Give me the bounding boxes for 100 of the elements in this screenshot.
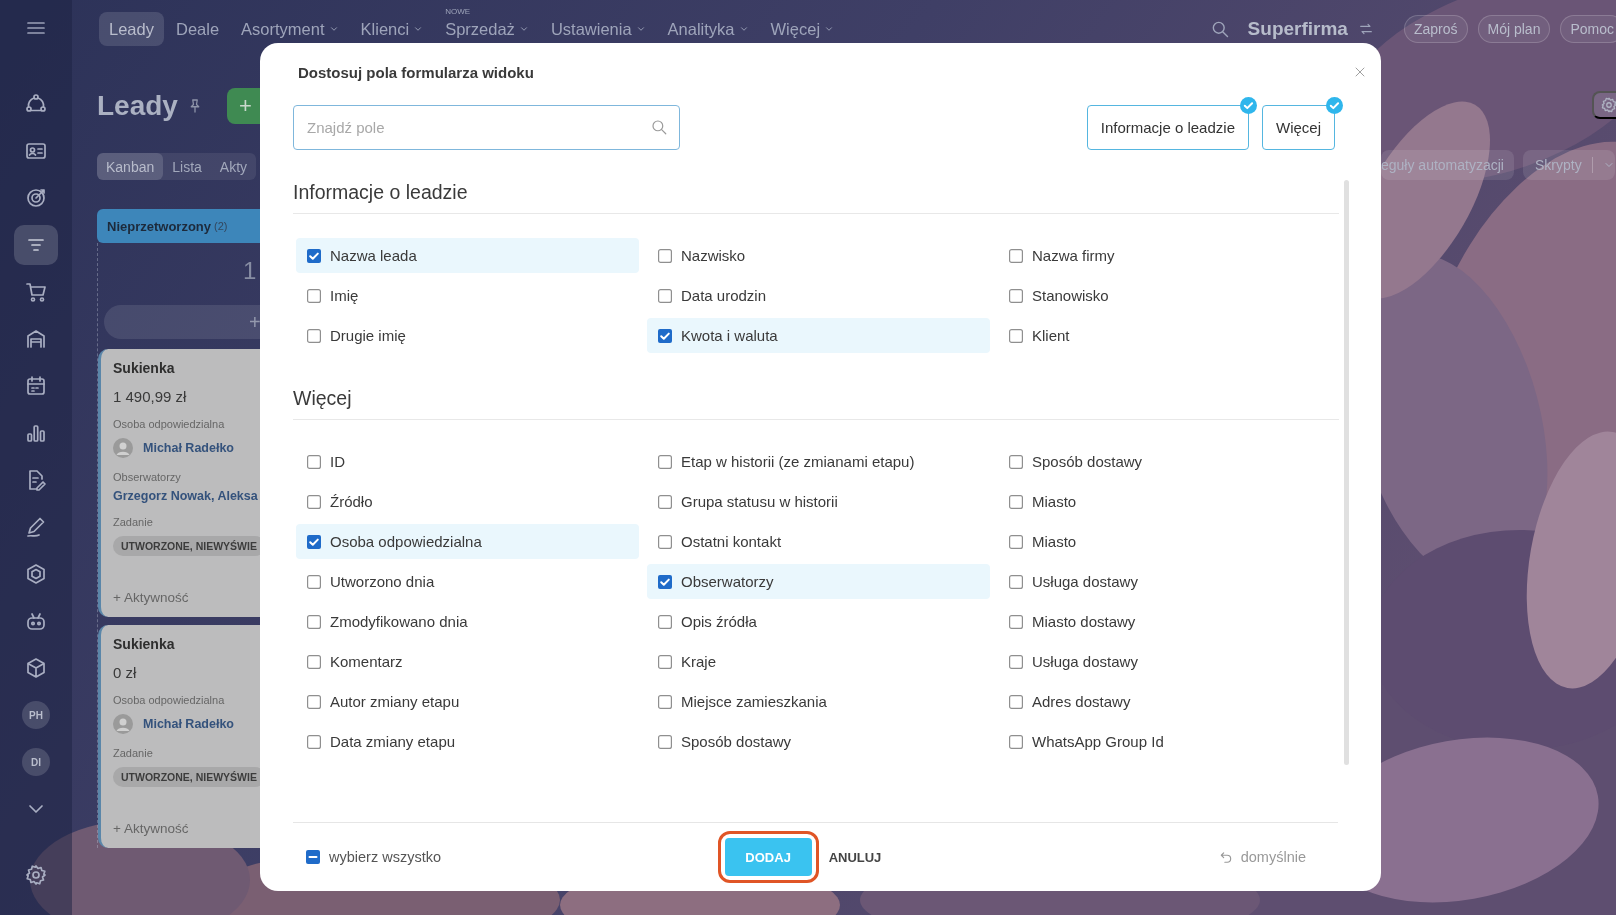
checkbox[interactable] (1009, 288, 1023, 303)
field-option[interactable]: Miasto (998, 524, 1339, 559)
checkbox[interactable] (306, 850, 320, 864)
field-option[interactable]: Sposób dostawy (647, 724, 990, 759)
cube-icon[interactable] (24, 656, 48, 680)
field-option[interactable]: Sposób dostawy (998, 444, 1339, 479)
field-option[interactable]: Kwota i waluta (647, 318, 990, 353)
checkbox[interactable] (1009, 534, 1023, 549)
field-option[interactable]: Ostatni kontakt (647, 524, 990, 559)
field-option[interactable]: Komentarz (296, 644, 639, 679)
field-option[interactable]: Usługa dostawy (998, 644, 1339, 679)
field-option[interactable]: Miasto dostawy (998, 604, 1339, 639)
checkbox[interactable] (658, 288, 672, 303)
target-icon[interactable] (24, 186, 48, 210)
field-option[interactable]: Etap w historii (ze zmianami etapu) (647, 444, 990, 479)
field-option[interactable]: Data zmiany etapu (296, 724, 639, 759)
view-tab[interactable]: Akty (210, 153, 257, 180)
nav-tab[interactable]: Klienci (350, 12, 434, 46)
field-option[interactable]: Nazwa leada (296, 238, 639, 273)
field-option[interactable]: Nazwa firmy (998, 238, 1339, 273)
search-field[interactable]: Znajdź pole (293, 105, 680, 150)
checkbox[interactable] (307, 534, 321, 549)
checkbox[interactable] (307, 328, 321, 343)
field-option[interactable]: Data urodzin (647, 278, 990, 313)
field-option[interactable]: Obserwatorzy (647, 564, 990, 599)
checkbox[interactable] (658, 654, 672, 669)
settings-icon[interactable] (24, 863, 48, 887)
checkbox[interactable] (1009, 734, 1023, 749)
checkbox[interactable] (307, 694, 321, 709)
nav-tab[interactable]: Deale (165, 12, 230, 46)
checkbox[interactable] (1009, 614, 1023, 629)
field-option[interactable]: Nazwisko (647, 238, 990, 273)
field-option[interactable]: Usługa dostawy (998, 564, 1339, 599)
checkbox[interactable] (307, 494, 321, 509)
field-option[interactable]: Adres dostawy (998, 684, 1339, 719)
field-option[interactable]: Klient (998, 318, 1339, 353)
checkbox[interactable] (658, 494, 672, 509)
nav-tab[interactable]: Leady (99, 12, 164, 46)
select-all-option[interactable]: wybierz wszystko (293, 849, 718, 865)
checkbox[interactable] (1009, 654, 1023, 669)
view-tab[interactable]: Lista (163, 153, 211, 180)
sidebar-item[interactable]: DI (14, 742, 58, 782)
checkbox[interactable] (307, 734, 321, 749)
checkbox[interactable] (658, 694, 672, 709)
scrollbar[interactable] (1344, 180, 1349, 765)
checkbox[interactable] (307, 654, 321, 669)
lead-card[interactable]: Sukienka 1 490,99 zł Osoba odpowiedzialna Michał Radełko Obserwatorzy Grzegorz Nowak, Aleksa Zadanie UTWORZONE, NIEWYŚWIE + Aktywność (98, 349, 260, 617)
nav-tab[interactable]: Ustawienia (540, 12, 656, 46)
close-icon[interactable] (1354, 66, 1366, 78)
lead-card[interactable]: Sukienka 0 zł Osoba odpowiedzialna Michał Radełko Zadanie UTWORZONE, NIEWYŚWIE + Aktywność (98, 625, 260, 848)
sidebar-item[interactable] (14, 225, 58, 265)
storefront-icon[interactable] (24, 327, 48, 351)
checkbox[interactable] (1009, 494, 1023, 509)
field-option[interactable]: ID (296, 444, 639, 479)
checkbox[interactable] (307, 288, 321, 303)
field-option[interactable]: Utworzono dnia (296, 564, 639, 599)
field-option[interactable]: Grupa statusu w historii (647, 484, 990, 519)
calendar-icon[interactable] (24, 374, 48, 398)
checkbox[interactable] (1009, 454, 1023, 469)
field-option[interactable]: Imię (296, 278, 639, 313)
section-button[interactable]: Więcej (1262, 105, 1335, 150)
checkbox[interactable] (307, 248, 321, 263)
checkbox[interactable] (658, 328, 672, 343)
field-option[interactable]: Miasto (998, 484, 1339, 519)
checkbox[interactable] (307, 454, 321, 469)
field-option[interactable]: Autor zmiany etapu (296, 684, 639, 719)
hexagon-icon[interactable] (24, 562, 48, 586)
checkbox[interactable] (307, 614, 321, 629)
checkbox[interactable] (658, 534, 672, 549)
observers-link[interactable]: Grzegorz Nowak, Aleksa (113, 489, 258, 503)
field-option[interactable]: Miejsce zamieszkania (647, 684, 990, 719)
cancel-button[interactable]: ANULUJ (828, 849, 882, 865)
field-option[interactable]: Kraje (647, 644, 990, 679)
nav-tab[interactable]: Więcej (760, 12, 845, 46)
section-button[interactable]: Informacje o leadzie (1086, 105, 1249, 150)
checkbox[interactable] (1009, 574, 1023, 589)
checkbox[interactable] (658, 248, 672, 263)
cart-icon[interactable] (24, 280, 48, 304)
field-option[interactable]: Zmodyfikowano dnia (296, 604, 639, 639)
field-option[interactable]: WhatsApp Group Id (998, 724, 1339, 759)
checkbox[interactable] (1009, 248, 1023, 263)
swap-icon[interactable] (1357, 21, 1374, 37)
person-link[interactable]: Michał Radełko (143, 441, 234, 455)
nav-tab[interactable]: Analityka (657, 12, 759, 46)
field-option[interactable]: Opis źródła (647, 604, 990, 639)
search-icon[interactable] (650, 118, 668, 136)
checkbox[interactable] (658, 734, 672, 749)
checkbox[interactable] (658, 614, 672, 629)
person-link[interactable]: Michał Radełko (143, 717, 234, 731)
field-option[interactable]: Osoba odpowiedzialna (296, 524, 639, 559)
checkbox[interactable] (658, 454, 672, 469)
nav-tab[interactable]: Asortyment (231, 12, 349, 46)
field-option[interactable]: Źródło (296, 484, 639, 519)
field-option[interactable]: Stanowisko (998, 278, 1339, 313)
checkbox[interactable] (658, 574, 672, 589)
checkbox[interactable] (1009, 694, 1023, 709)
checkbox[interactable] (307, 574, 321, 589)
field-option[interactable]: Drugie imię (296, 318, 639, 353)
sidebar-item[interactable]: PH (14, 695, 58, 735)
checkbox[interactable] (1009, 328, 1023, 343)
